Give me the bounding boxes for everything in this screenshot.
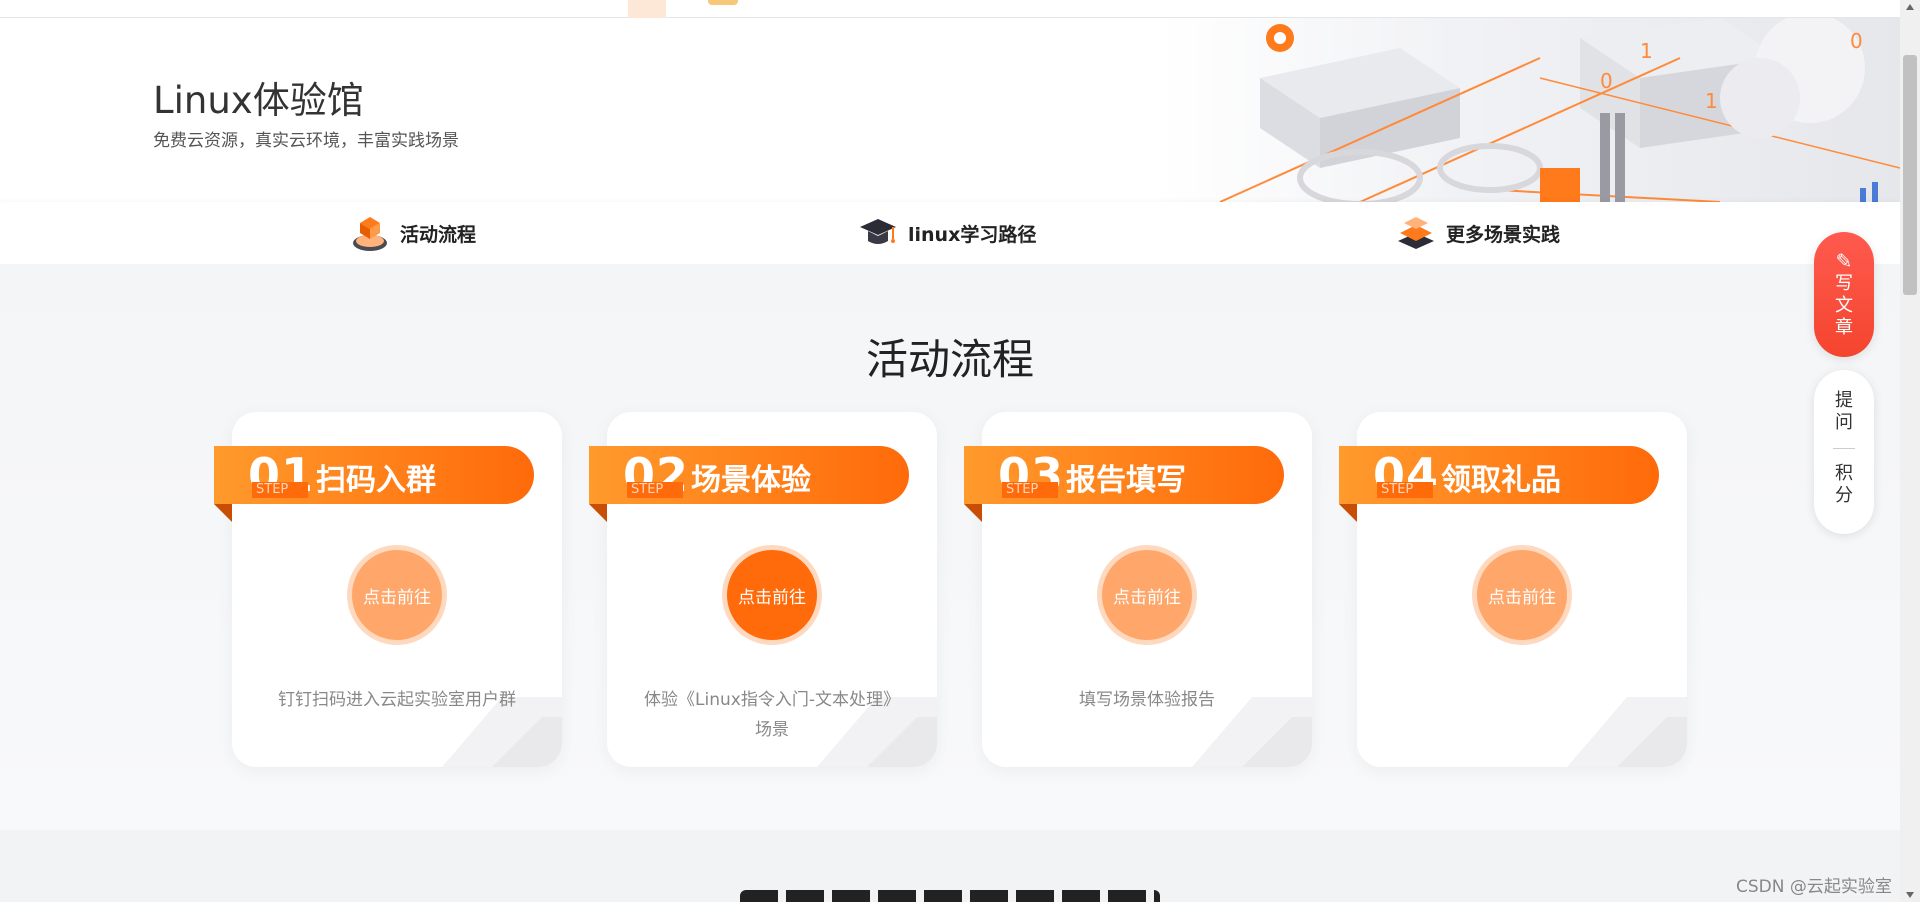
graduation-cap-icon [858, 213, 898, 253]
floating-toolbar: 提问 积分 [1814, 370, 1874, 534]
step-description: 填写场景体验报告 [1079, 690, 1215, 710]
go-button[interactable]: 点击前往 [722, 545, 822, 645]
toolbar-divider [1833, 448, 1855, 449]
scroll-up-arrow-icon[interactable] [1906, 4, 1914, 10]
hero-banner: Linux体验馆 免费云资源，真实云环境，丰富实践场景 0 1 1 0 [0, 18, 1900, 202]
write-article-label: 写文章 [1835, 272, 1853, 338]
step-ribbon: 04 STEP 领取礼品 [1339, 446, 1659, 522]
step-card: 02 STEP 场景体验 点击前往 体验《Linux指令入门-文本处理》场景 [589, 412, 937, 767]
card-decoration [1567, 697, 1687, 767]
svg-text:1: 1 [1640, 39, 1653, 63]
top-bar [0, 0, 1900, 18]
step-description: 钉钉扫码进入云起实验室用户群 [278, 690, 516, 710]
top-bar-stub [628, 0, 666, 18]
write-article-button[interactable]: ✎ 写文章 [1814, 232, 1874, 357]
step-description: 体验《Linux指令入门-文本处理》场景 [644, 690, 900, 740]
step-ribbon: 03 STEP 报告填写 [964, 446, 1284, 522]
page-title: Linux体验馆 [153, 79, 364, 122]
tab-linux-learning-path[interactable]: linux学习路径 [858, 202, 1036, 264]
page-scrollbar[interactable] [1900, 0, 1920, 902]
scrollbar-thumb[interactable] [1903, 55, 1917, 295]
step-label: 场景体验 [691, 463, 811, 498]
step-card: 03 STEP 报告填写 点击前往 填写场景体验报告 [964, 412, 1312, 767]
go-button[interactable]: 点击前往 [347, 545, 447, 645]
points-button[interactable]: 积分 [1834, 463, 1854, 507]
top-bar-stub [708, 0, 738, 5]
watermark: CSDN @云起实验室 [1736, 877, 1892, 897]
tab-more-scenarios[interactable]: 更多场景实践 [1396, 202, 1560, 264]
step-label: 领取礼品 [1441, 463, 1561, 498]
step-label: 扫码入群 [316, 463, 436, 498]
activity-flow-section: 活动流程 01 STEP 扫码入群 点击前往 钉钉扫码进入云起实验室用户群 02… [0, 264, 1900, 830]
pen-icon: ✎ [1835, 248, 1853, 273]
step-tag: STEP [627, 482, 683, 498]
tab-label: linux学习路径 [908, 223, 1037, 246]
next-section-title-peek [740, 890, 1160, 902]
step-label: 报告填写 [1066, 463, 1186, 498]
go-button[interactable]: 点击前往 [1472, 545, 1572, 645]
svg-text:0: 0 [1600, 69, 1613, 93]
tab-label: 更多场景实践 [1446, 223, 1561, 246]
page-subtitle: 免费云资源，真实云环境，丰富实践场景 [153, 131, 459, 151]
orange-cube-icon [350, 213, 390, 253]
section-tabs: 活动流程 linux学习路径 更多场景实践 [0, 202, 1900, 264]
scroll-down-arrow-icon[interactable] [1906, 892, 1914, 898]
step-card: 01 STEP 扫码入群 点击前往 钉钉扫码进入云起实验室用户群 [214, 412, 562, 767]
next-section [0, 830, 1900, 902]
layers-icon [1396, 213, 1436, 253]
step-tag: STEP [252, 482, 308, 498]
ask-question-button[interactable]: 提问 [1834, 390, 1854, 434]
step-tag: STEP [1377, 482, 1433, 498]
svg-text:0: 0 [1850, 29, 1863, 53]
section-title: 活动流程 [865, 335, 1034, 384]
step-ribbon: 01 STEP 扫码入群 [214, 446, 534, 522]
step-tag: STEP [1002, 482, 1058, 498]
step-ribbon: 02 STEP 场景体验 [589, 446, 909, 522]
svg-text:1: 1 [1705, 89, 1718, 113]
step-card: 04 STEP 领取礼品 点击前往 [1339, 412, 1687, 767]
tab-activity-flow[interactable]: 活动流程 [350, 202, 476, 264]
go-button[interactable]: 点击前往 [1097, 545, 1197, 645]
hero-illustration: 0 1 1 0 [1160, 18, 1900, 202]
tab-label: 活动流程 [400, 223, 477, 246]
